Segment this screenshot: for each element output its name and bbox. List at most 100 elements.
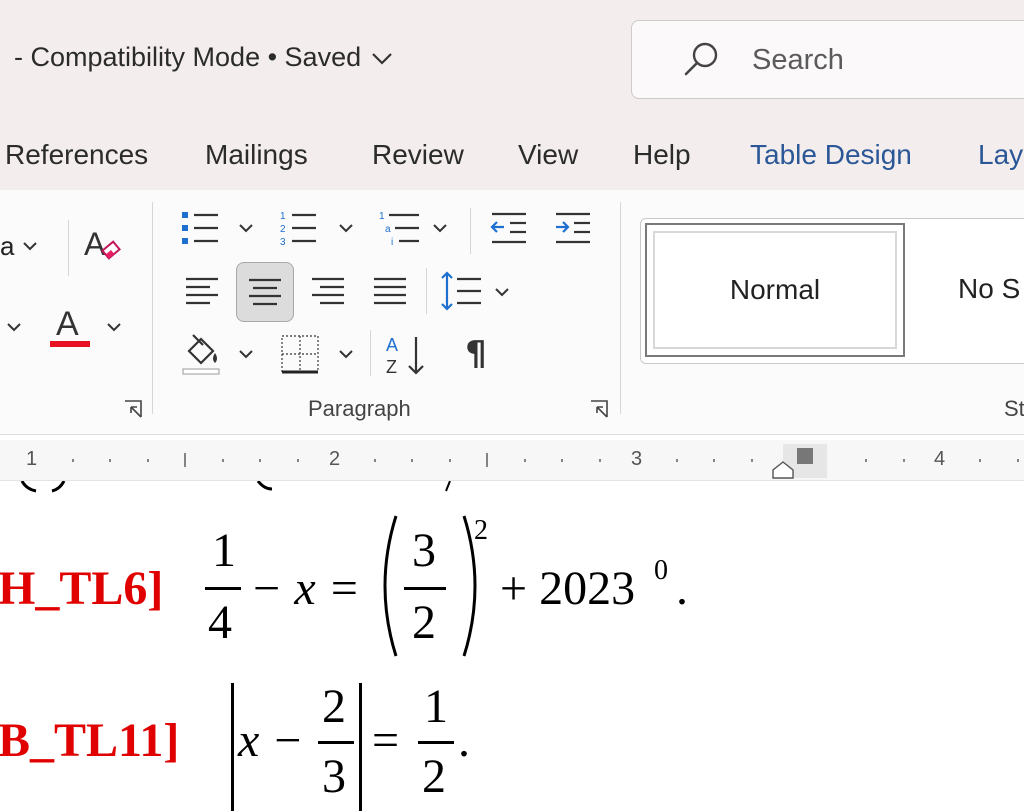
style-normal-label: Normal	[729, 274, 821, 305]
abs-bar-right	[359, 683, 362, 811]
document-status-text: - Compatibility Mode • Saved	[14, 42, 362, 72]
dialog-launcher-icon	[591, 400, 608, 418]
period: .	[458, 714, 470, 767]
font-color-icon: A	[50, 305, 90, 347]
tab-table-design[interactable]: Table Design	[750, 139, 912, 171]
shading-dropdown[interactable]	[236, 344, 256, 364]
dialog-launcher-icon	[125, 400, 142, 418]
chevron-down-icon	[107, 323, 121, 332]
exponent: 2	[474, 515, 488, 546]
align-left-button[interactable]	[180, 266, 224, 316]
align-right-icon	[312, 277, 344, 305]
font-dialog-launcher[interactable]	[124, 400, 142, 418]
line-spacing-dropdown[interactable]	[492, 282, 512, 302]
chevron-down-icon	[339, 224, 353, 233]
title-bar: - Compatibility Mode • Saved	[0, 0, 1024, 122]
line-spacing-icon	[441, 271, 481, 311]
fraction-numerator: 2	[322, 680, 346, 733]
separator	[470, 208, 471, 254]
exponent-zero: 0	[654, 555, 668, 586]
line-spacing-button[interactable]	[438, 268, 484, 314]
font-color-button[interactable]: A	[44, 300, 94, 350]
styles-group-label: St	[1004, 396, 1024, 421]
question-tag: B_TL11]	[0, 714, 180, 767]
separator	[426, 268, 427, 314]
style-normal[interactable]: Normal	[645, 223, 905, 357]
svg-text:1: 1	[379, 211, 385, 222]
fraction-numerator: 1	[212, 524, 236, 577]
shading-button[interactable]	[178, 330, 224, 376]
show-hide-marks-button[interactable]: ¶	[454, 332, 498, 376]
ruler-ticks	[72, 444, 1019, 479]
pilcrow-icon: ¶	[465, 334, 487, 374]
borders-button[interactable]	[278, 332, 322, 376]
numbering-button[interactable]: 1 2 3	[276, 208, 320, 248]
rhs-numerator: 1	[424, 680, 448, 733]
font-name-dropdown[interactable]: a	[0, 226, 38, 266]
decrease-indent-icon	[490, 212, 526, 244]
chevron-down-icon	[433, 224, 447, 233]
svg-text:2: 2	[280, 224, 286, 235]
sort-button[interactable]: A Z	[382, 330, 430, 380]
tab-review[interactable]: Review	[372, 139, 464, 171]
align-left-icon	[186, 277, 218, 305]
search-input[interactable]	[750, 39, 1024, 81]
decrease-indent-button[interactable]	[486, 208, 530, 248]
multilevel-list-dropdown[interactable]	[430, 218, 450, 238]
ruler-number: 3	[631, 448, 643, 470]
justify-icon	[374, 277, 406, 305]
svg-text:Z: Z	[386, 357, 397, 377]
borders-icon	[281, 335, 319, 374]
chevron-down-icon	[339, 350, 353, 359]
tab-mailings[interactable]: Mailings	[205, 139, 308, 171]
svg-text:3: 3	[280, 237, 286, 248]
style-no-spacing[interactable]: No S	[958, 273, 1020, 305]
svg-text:A: A	[56, 305, 79, 343]
fraction-denominator: 4	[208, 596, 232, 649]
ruler-number: 4	[934, 448, 946, 470]
chevron-down-icon	[239, 224, 253, 233]
document-canvas[interactable]: H_TL6] 1 4 − x = 3 2 2 + 2023 0 . B_TL11…	[0, 481, 1024, 811]
group-separator	[620, 202, 621, 414]
chevron-down-icon	[239, 350, 253, 359]
align-center-button[interactable]	[236, 262, 294, 322]
search-icon	[682, 39, 722, 84]
increase-indent-icon	[556, 212, 590, 244]
bullets-button[interactable]	[178, 208, 222, 248]
ruler-number: 2	[329, 448, 341, 470]
minus-x-equals: − x =	[250, 562, 361, 615]
search-box[interactable]	[631, 20, 1024, 99]
font-color-dropdown[interactable]	[104, 312, 124, 342]
group-separator	[152, 202, 153, 414]
bullet-list-icon	[182, 212, 218, 244]
borders-dropdown[interactable]	[336, 344, 356, 364]
tab-layout[interactable]: Lay	[978, 139, 1023, 171]
document-status[interactable]: - Compatibility Mode • Saved	[14, 42, 393, 73]
rhs-denominator: 2	[422, 750, 446, 803]
increase-indent-button[interactable]	[550, 208, 594, 248]
align-right-button[interactable]	[306, 266, 350, 316]
highlight-color-dropdown[interactable]	[4, 312, 24, 342]
ruler-number: 1	[26, 448, 38, 470]
svg-text:a: a	[385, 224, 391, 235]
tab-references[interactable]: References	[5, 139, 148, 171]
numbered-list-icon: 1 2 3	[280, 211, 316, 248]
bullets-dropdown[interactable]	[236, 218, 256, 238]
align-center-icon	[249, 278, 281, 306]
tab-help[interactable]: Help	[633, 139, 691, 171]
chevron-down-icon	[495, 288, 509, 297]
chevron-down-icon	[23, 242, 38, 251]
numbering-dropdown[interactable]	[336, 218, 356, 238]
horizontal-ruler[interactable]: 1 2 3 4	[0, 440, 1024, 481]
fraction-bar	[205, 587, 241, 590]
separator	[68, 220, 69, 276]
x-minus: x −	[238, 714, 304, 767]
question-tag: H_TL6]	[0, 562, 164, 615]
tab-view[interactable]: View	[518, 139, 578, 171]
multilevel-list-button[interactable]: 1 a i	[376, 208, 422, 248]
paragraph-dialog-launcher[interactable]	[590, 400, 608, 418]
multilevel-list-icon: 1 a i	[379, 211, 419, 248]
paren-numerator: 3	[412, 524, 436, 577]
clear-formatting-button[interactable]: A	[82, 220, 126, 270]
justify-button[interactable]	[368, 266, 412, 316]
